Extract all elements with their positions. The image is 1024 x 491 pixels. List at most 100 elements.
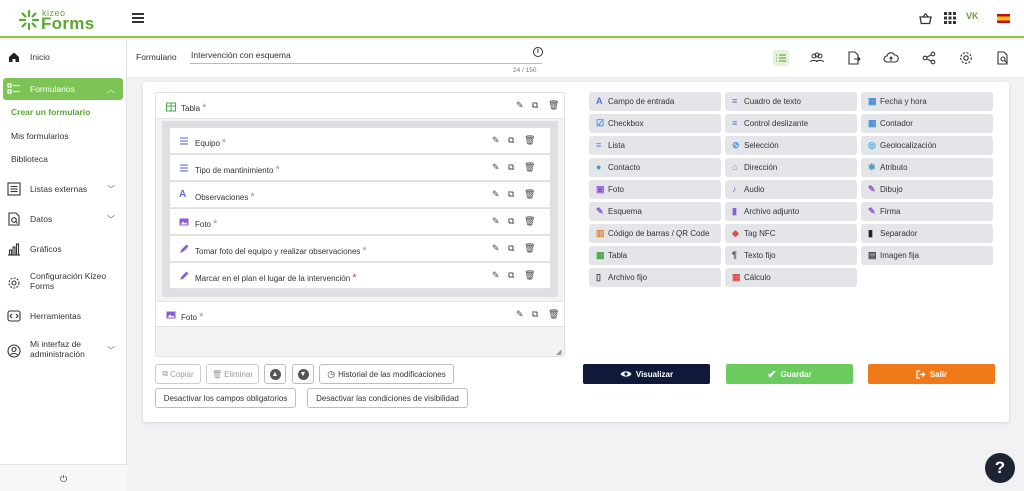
power-button[interactable]: ⏻: [0, 464, 127, 491]
sidebar-item-mi-interfaz[interactable]: Mi interfaz de administración ﹀: [0, 336, 127, 366]
palette-item-separador[interactable]: ▮ Separador: [861, 224, 993, 243]
resize-handle-icon[interactable]: ◢: [556, 348, 561, 356]
user-avatar[interactable]: VK: [966, 11, 984, 25]
table-field-row[interactable]: Tabla * ✎ ⧉ 🗑: [156, 93, 564, 119]
document-search-button[interactable]: [995, 50, 1011, 66]
palette-item-audio[interactable]: ♪ Audio: [725, 180, 857, 199]
trash-icon[interactable]: 🗑: [524, 189, 535, 200]
palette-item-campo-de-entrada[interactable]: A Campo de entrada: [589, 92, 721, 111]
palette-item-control-deslizante[interactable]: ≡ Control deslizante: [725, 114, 857, 133]
trash-icon[interactable]: 🗑: [524, 216, 535, 227]
copy-icon[interactable]: ⧉: [508, 162, 518, 173]
trash-icon[interactable]: 🗑: [524, 135, 535, 146]
palette-item-foto[interactable]: ▣ Foto: [589, 180, 721, 199]
palette-item-tabla[interactable]: ▦ Tabla: [589, 246, 721, 265]
palette-item-contador[interactable]: ▦ Contador: [861, 114, 993, 133]
sidebar-subitem-crear-formulario[interactable]: Crear un formulario: [11, 107, 90, 117]
palette-item-atributo[interactable]: ✱ Atributo: [861, 158, 993, 177]
palette-item-firma[interactable]: ✎ Firma: [861, 202, 993, 221]
edit-icon[interactable]: ✎: [492, 162, 502, 173]
sidebar-subitem-biblioteca[interactable]: Biblioteca: [11, 154, 48, 164]
disable-required-button[interactable]: Desactivar los campos obligatorios: [155, 388, 296, 408]
trash-icon[interactable]: 🗑: [524, 270, 535, 281]
fields-view-button[interactable]: [773, 50, 789, 66]
palette-item-esquema[interactable]: ✎ Esquema: [589, 202, 721, 221]
edit-icon[interactable]: ✎: [516, 100, 526, 111]
chevron-down-icon[interactable]: ﹀: [107, 184, 115, 195]
edit-icon[interactable]: ✎: [492, 135, 502, 146]
copy-icon[interactable]: ⧉: [508, 243, 518, 254]
photo-field-row[interactable]: Foto * ✎ ⧉ 🗑: [156, 301, 564, 327]
basket-icon[interactable]: [919, 12, 932, 25]
disable-visibility-button[interactable]: Desactivar las condiciones de visibilida…: [307, 388, 468, 408]
palette-item-fecha-y-hora[interactable]: ▦ Fecha y hora: [861, 92, 993, 111]
palette-item-archivo-fijo[interactable]: ▯ Archivo fijo: [589, 268, 721, 287]
users-button[interactable]: [809, 50, 825, 66]
settings-button[interactable]: [958, 50, 974, 66]
palette-item-texto-fijo[interactable]: ¶ Texto fijo: [725, 246, 857, 265]
copy-icon[interactable]: ⧉: [532, 100, 542, 111]
copy-icon[interactable]: ⧉: [508, 270, 518, 281]
apps-grid-icon[interactable]: [944, 12, 956, 24]
sidebar-item-herramientas[interactable]: Herramientas: [0, 305, 127, 327]
form-canvas[interactable]: Tabla * ✎ ⧉ 🗑 Equipo * ✎ ⧉ 🗑 Tipo de manti…: [155, 92, 565, 357]
help-button[interactable]: ?: [985, 453, 1015, 483]
trash-icon[interactable]: 🗑: [524, 243, 535, 254]
copy-button[interactable]: ⧉ Copiar: [155, 364, 201, 384]
palette-item-dibujo[interactable]: ✎ Dibujo: [861, 180, 993, 199]
sidebar-item-graficos[interactable]: Gráficos: [0, 238, 127, 260]
palette-item-checkbox[interactable]: ☑ Checkbox: [589, 114, 721, 133]
save-button[interactable]: ✔ Guardar: [726, 364, 853, 384]
sidebar-item-configuracion[interactable]: Configuración Kizeo Forms: [0, 268, 127, 298]
palette-item-direccion[interactable]: ⌂ Dirección: [725, 158, 857, 177]
exit-button[interactable]: Salir: [868, 364, 995, 384]
sidebar-item-inicio[interactable]: Inicio: [0, 46, 127, 68]
sidebar-item-datos[interactable]: Datos ﹀: [0, 208, 127, 230]
palette-item-codigo-de-barras-qr-code[interactable]: ▥ Código de barras / QR Code: [589, 224, 721, 243]
history-button[interactable]: ◷ Historial de las modificaciones: [319, 364, 454, 384]
delete-button[interactable]: 🗑 Eliminar: [206, 364, 259, 384]
palette-item-seleccion[interactable]: ⊘ Selección: [725, 136, 857, 155]
palette-item-cuadro-de-texto[interactable]: ≡ Cuadro de texto: [725, 92, 857, 111]
palette-item-imagen-fija[interactable]: ▤ Imagen fija: [861, 246, 993, 265]
trash-icon[interactable]: 🗑: [548, 309, 559, 320]
chevron-down-icon[interactable]: ﹀: [107, 214, 115, 225]
chevron-down-icon[interactable]: ﹀: [107, 345, 115, 356]
table-row[interactable]: A Observaciones * ✎ ⧉ 🗑: [170, 182, 550, 208]
copy-icon[interactable]: ⧉: [508, 216, 518, 227]
edit-icon[interactable]: ✎: [492, 243, 502, 254]
hamburger-menu-icon[interactable]: [132, 13, 144, 23]
move-up-button[interactable]: ▲: [264, 364, 286, 384]
palette-item-calculo[interactable]: ▦ Cálculo: [725, 268, 857, 287]
trash-icon[interactable]: 🗑: [548, 100, 559, 111]
edit-icon[interactable]: ✎: [492, 270, 502, 281]
table-row[interactable]: Tomar foto del equipo y realizar observa…: [170, 236, 550, 262]
copy-icon[interactable]: ⧉: [508, 189, 518, 200]
copy-icon[interactable]: ⧉: [532, 309, 542, 320]
edit-icon[interactable]: ✎: [492, 216, 502, 227]
sidebar-subitem-mis-formularios[interactable]: Mis formularios: [11, 131, 69, 141]
spain-flag-icon[interactable]: [997, 14, 1010, 23]
palette-item-lista[interactable]: ≡ Lista: [589, 136, 721, 155]
kizeo-logo[interactable]: kizeo Forms: [18, 7, 128, 33]
palette-item-geolocalizacion[interactable]: ◎ Geolocalización: [861, 136, 993, 155]
cloud-upload-button[interactable]: [883, 50, 899, 66]
sidebar-item-formularios[interactable]: Formularios ︿: [3, 78, 123, 100]
palette-item-archivo-adjunto[interactable]: ▮ Archivo adjunto: [725, 202, 857, 221]
sidebar-item-listas-externas[interactable]: Listas externas ﹀: [0, 178, 127, 200]
table-row[interactable]: Equipo * ✎ ⧉ 🗑: [170, 128, 550, 154]
palette-item-contacto[interactable]: ● Contacto: [589, 158, 721, 177]
chevron-up-icon[interactable]: ︿: [107, 84, 115, 95]
share-button[interactable]: [921, 50, 937, 66]
copy-icon[interactable]: ⧉: [508, 135, 518, 146]
table-row[interactable]: Tipo de mantinimiento * ✎ ⧉ 🗑: [170, 155, 550, 181]
export-button[interactable]: [846, 50, 862, 66]
palette-item-tag-nfc[interactable]: ◆ Tag NFC: [725, 224, 857, 243]
info-icon[interactable]: i: [533, 47, 543, 57]
table-row[interactable]: Foto * ✎ ⧉ 🗑: [170, 209, 550, 235]
move-down-button[interactable]: ▼: [292, 364, 314, 384]
form-name-input[interactable]: [190, 46, 542, 64]
trash-icon[interactable]: 🗑: [524, 162, 535, 173]
table-row[interactable]: Marcar en el plan el lugar de la interve…: [170, 263, 550, 289]
preview-button[interactable]: Visualizar: [583, 364, 710, 384]
